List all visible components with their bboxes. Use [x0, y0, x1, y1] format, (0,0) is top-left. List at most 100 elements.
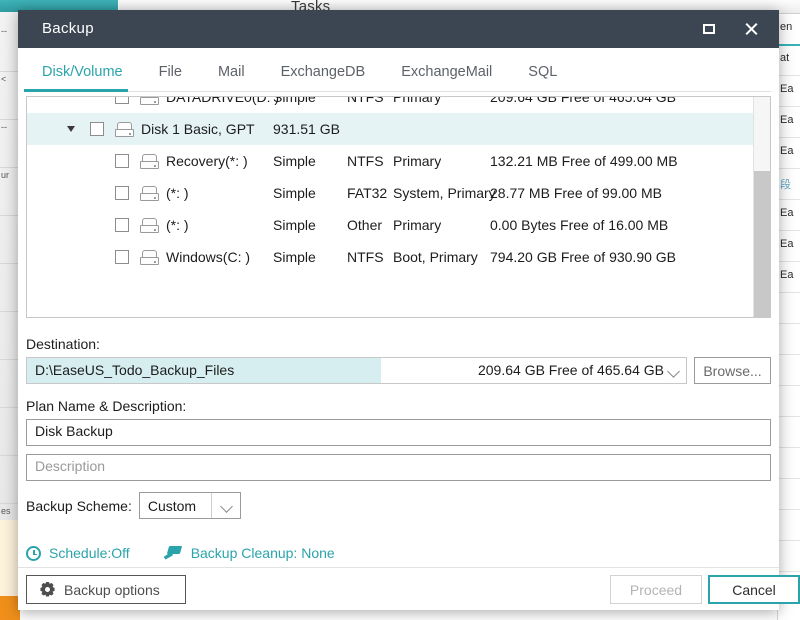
row-checkbox[interactable]: [115, 97, 129, 104]
row-filesystem: NTFS: [347, 153, 384, 169]
row-checkbox[interactable]: [115, 250, 129, 264]
background-sidebar-row: [0, 216, 20, 264]
row-partition: Primary: [393, 217, 442, 233]
chevron-down-icon[interactable]: [667, 365, 680, 378]
disk-volume-rows: DATADRIVE0(D: ) Simple NTFS Primary 209.64 G…: [27, 96, 753, 273]
background-right-list: en at Ea Ea Ea 段 Ea Ea Ea: [777, 14, 800, 620]
tab-file[interactable]: File: [141, 48, 200, 80]
row-filesystem: Other: [347, 217, 383, 233]
scrollbar-thumb[interactable]: [754, 171, 770, 317]
backup-options-button[interactable]: Backup options: [26, 575, 186, 604]
background-list-row: [778, 386, 800, 417]
background-sidebar-row: [0, 264, 20, 312]
disk-icon: [140, 97, 159, 105]
background-list-row: [778, 510, 800, 541]
row-capacity: 132.21 MB Free of 499.00 MB: [490, 153, 678, 169]
background-sidebar-row: [0, 360, 20, 408]
expander-triangle-icon[interactable]: [67, 126, 75, 132]
backup-options-label: Backup options: [64, 581, 160, 598]
backup-scheme-select[interactable]: Custom: [138, 492, 241, 519]
background-list-row: Ea: [778, 76, 800, 107]
row-capacity: 28.77 MB Free of 99.00 MB: [490, 185, 662, 201]
maximize-icon: [703, 24, 715, 34]
disk-list-row[interactable]: Disk 1 Basic, GPT 931.51 GB: [27, 113, 753, 145]
background-list-row: Ea: [778, 231, 800, 262]
row-capacity: 0.00 Bytes Free of 16.00 MB: [490, 217, 669, 233]
proceed-button[interactable]: Proceed: [610, 575, 702, 604]
row-partition: Boot, Primary: [393, 249, 478, 265]
row-name: DATADRIVE0(D: ): [166, 96, 280, 105]
row-checkbox[interactable]: [115, 218, 129, 232]
background-list-row: Ea: [778, 200, 800, 231]
select-divider: [210, 493, 212, 518]
browse-button[interactable]: Browse...: [694, 357, 771, 384]
description-input[interactable]: Description: [26, 454, 771, 481]
backup-scheme-value: Custom: [147, 497, 197, 514]
disk-list-row[interactable]: Windows(C: ) Simple NTFS Boot, Primary 794.2…: [27, 241, 753, 273]
row-type: Simple: [273, 249, 316, 265]
row-checkbox[interactable]: [115, 154, 129, 168]
disk-icon: [140, 249, 159, 265]
background-sidebar-row: --: [0, 24, 20, 72]
destination-field[interactable]: D:\EaseUS_Todo_Backup_Files 209.64 GB Fr…: [26, 357, 687, 384]
row-name: Windows(C: ): [166, 249, 251, 265]
schedule-link[interactable]: Schedule:Off: [49, 545, 130, 561]
plan-name-input[interactable]: Disk Backup: [26, 419, 771, 446]
background-list-row: [778, 541, 800, 572]
cancel-button[interactable]: Cancel: [708, 575, 800, 604]
tab-bar: Disk/Volume File Mail ExchangeDB Exchang…: [18, 48, 779, 92]
row-checkbox[interactable]: [90, 122, 104, 136]
row-name: (*: ): [166, 185, 189, 201]
row-checkbox[interactable]: [115, 186, 129, 200]
tab-disk-volume[interactable]: Disk/Volume: [24, 48, 141, 80]
background-list-row: at: [778, 45, 800, 76]
background-right-accent: [777, 44, 800, 46]
row-filesystem: FAT32: [347, 185, 388, 201]
plan-label: Plan Name & Description:: [26, 398, 187, 414]
background-list-row: en: [778, 14, 800, 45]
list-scrollbar[interactable]: [753, 97, 770, 317]
tab-sql[interactable]: SQL: [510, 48, 575, 80]
background-list-row: [778, 355, 800, 386]
background-list-row: [778, 324, 800, 355]
row-type: Simple: [273, 217, 316, 233]
row-type: Simple: [273, 185, 316, 201]
tab-exchangedb[interactable]: ExchangeDB: [263, 48, 384, 80]
close-button[interactable]: [731, 10, 771, 48]
background-highlight-strip: [0, 520, 20, 596]
chevron-down-icon[interactable]: [219, 500, 233, 513]
destination-path-value[interactable]: D:\EaseUS_Todo_Backup_Files: [27, 358, 381, 383]
footer-separator: [18, 567, 779, 568]
tab-mail[interactable]: Mail: [200, 48, 263, 80]
row-size: 931.51 GB: [273, 121, 340, 137]
disk-list-row[interactable]: DATADRIVE0(D: ) Simple NTFS Primary 209.64 G…: [27, 96, 753, 113]
background-list-row: Ea: [778, 262, 800, 293]
background-sidebar-rows: -- < -- ur es: [0, 24, 20, 600]
disk-list-row[interactable]: (*: ) Simple FAT32 System, Primary 28.77 MB …: [27, 177, 753, 209]
background-list-row: Ea: [778, 138, 800, 169]
background-sidebar-row: --: [0, 120, 20, 168]
row-filesystem: NTFS: [347, 96, 384, 105]
row-capacity: 794.20 GB Free of 930.90 GB: [490, 249, 677, 265]
background-orange-strip: [0, 596, 20, 620]
maximize-button[interactable]: [689, 10, 729, 48]
background-list-row: [778, 417, 800, 448]
disk-list-row[interactable]: (*: ) Simple Other Primary 0.00 Bytes Free o…: [27, 209, 753, 241]
backup-cleanup-link[interactable]: Backup Cleanup: None: [191, 545, 335, 561]
row-partition: System, Primary: [393, 185, 496, 201]
close-icon: [744, 22, 758, 36]
disk-icon: [115, 121, 134, 137]
background-list-row: Ea: [778, 107, 800, 138]
background-list-row: [778, 293, 800, 324]
row-name: Recovery(*: ): [166, 153, 248, 169]
clock-icon: [26, 545, 41, 561]
tab-exchangemail[interactable]: ExchangeMail: [383, 48, 510, 80]
row-name: (*: ): [166, 217, 189, 233]
background-sidebar-row: <: [0, 72, 20, 120]
disk-list-row[interactable]: Recovery(*: ) Simple NTFS Primary 132.21 MB …: [27, 145, 753, 177]
destination-label: Destination:: [26, 336, 100, 352]
disk-volume-list: DATADRIVE0(D: ) Simple NTFS Primary 209.64 G…: [26, 96, 771, 318]
background-list-row: [778, 448, 800, 479]
background-list-row: [778, 479, 800, 510]
background-list-row: 段: [778, 169, 800, 200]
